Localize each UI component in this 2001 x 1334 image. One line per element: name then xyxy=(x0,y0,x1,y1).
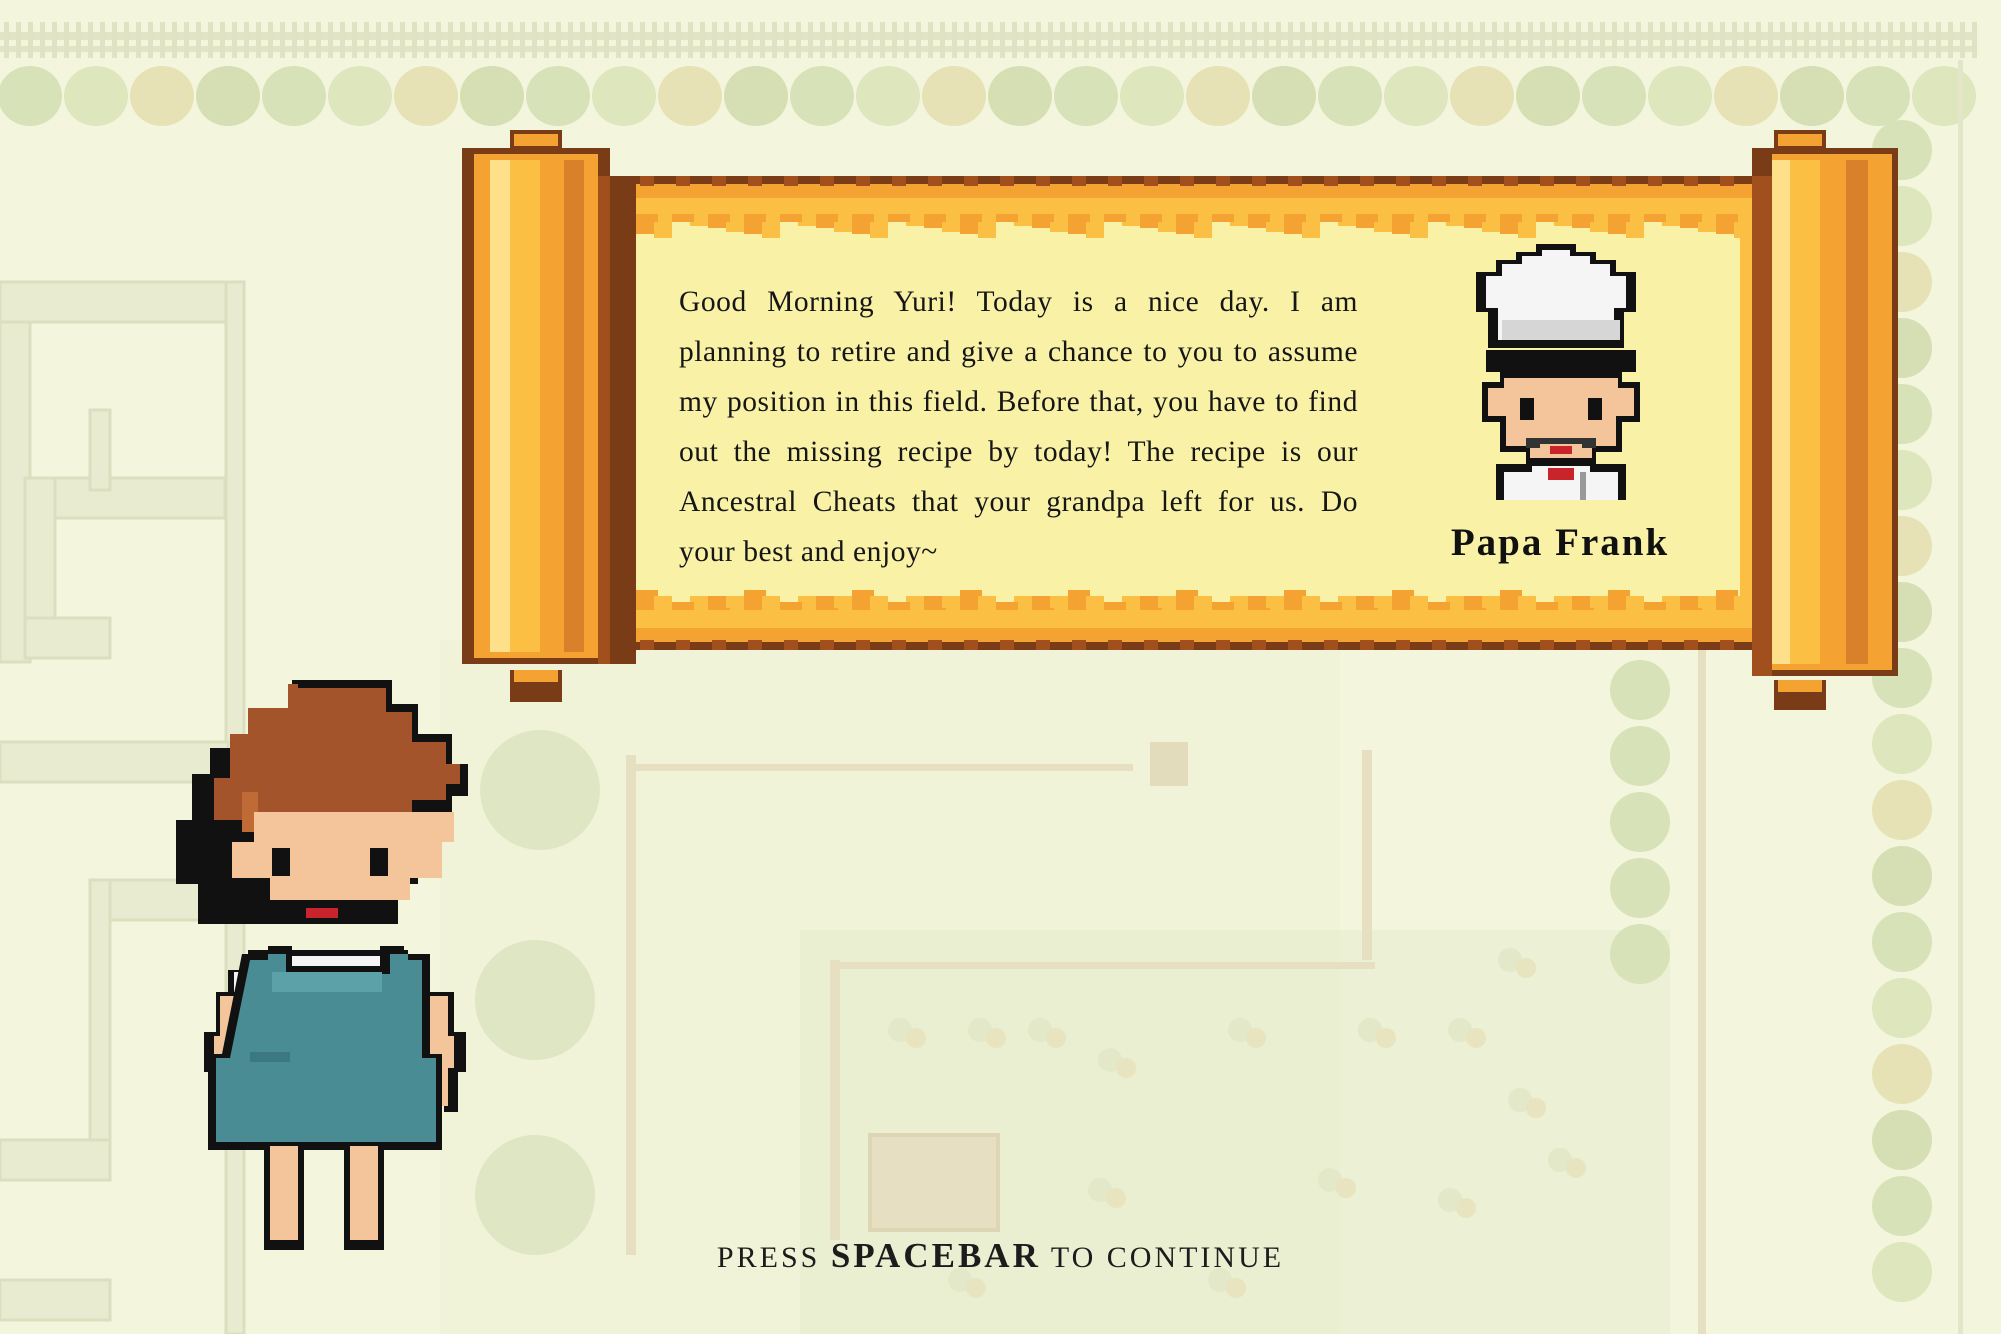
continue-suffix: TO CONTINUE xyxy=(1040,1241,1285,1274)
continue-prefix: PRESS xyxy=(716,1241,831,1274)
spacebar-key-label: SPACEBAR xyxy=(830,1236,1041,1275)
dialog-overlay: Good Morning Yuri! Today is a nice day. … xyxy=(0,0,2001,1334)
continue-prompt[interactable]: PRESS SPACEBAR TO CONTINUE xyxy=(0,1236,2001,1276)
speaker-name: Papa Frank xyxy=(1450,521,1670,564)
dialog-message: Good Morning Yuri! Today is a nice day. … xyxy=(679,286,1358,568)
